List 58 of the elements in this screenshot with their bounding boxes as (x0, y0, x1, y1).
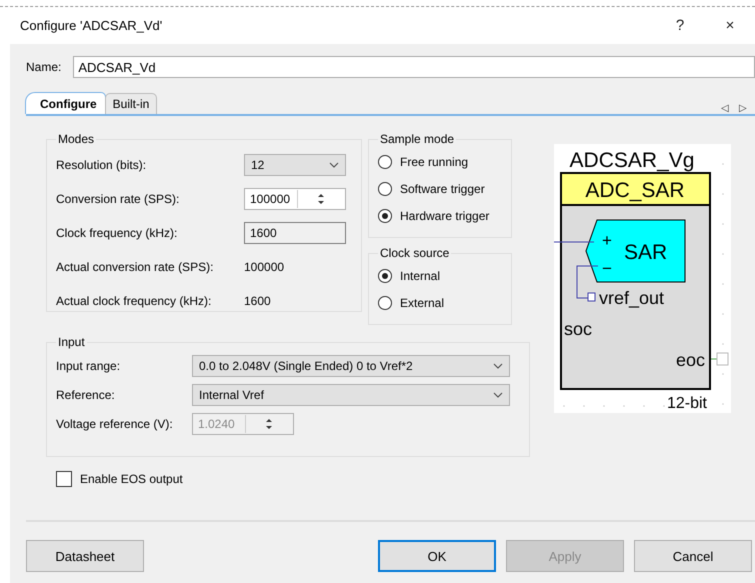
chevron-down-icon (329, 162, 339, 168)
field-label: Name: (26, 60, 62, 74)
field-label: Clock frequency (kHz): (56, 226, 178, 240)
radio-button[interactable] (378, 182, 392, 196)
group-title: Input (57, 335, 86, 349)
dialog-button[interactable]: OK (378, 540, 496, 572)
dropdown[interactable]: Internal Vref (192, 384, 510, 406)
component-name: ADC_SAR (585, 179, 685, 202)
value-text: 1600 (244, 294, 271, 308)
radio-button[interactable] (378, 268, 392, 282)
resolution-label: 12-bit (666, 395, 707, 412)
field-label: Voltage reference (V): (56, 416, 174, 430)
plus-sign: + (602, 231, 612, 250)
minus-sign: − (602, 259, 612, 278)
tab[interactable]: Built-in (104, 93, 158, 114)
help-button[interactable]: ? (655, 16, 705, 35)
pin-label: vref_out (599, 288, 664, 308)
radio-button[interactable] (378, 296, 392, 310)
chevron-down-icon (493, 392, 503, 398)
pin-label: eoc (676, 350, 705, 370)
scroll-right-button[interactable]: ▷ (737, 102, 749, 114)
scroll-left-button[interactable]: ◁ (719, 102, 731, 114)
value-text: 100000 (244, 260, 284, 274)
pin-label: soc (564, 319, 592, 339)
radio-label: Free running (400, 154, 468, 168)
dialog-button[interactable]: Cancel (634, 540, 752, 572)
chevron-down-icon (493, 362, 503, 368)
field-label: Resolution (bits): (56, 158, 148, 172)
terminal-icon (716, 352, 728, 366)
group-title: Clock source (379, 246, 450, 260)
radio-label: External (400, 296, 444, 310)
group-title: Sample mode (379, 132, 456, 146)
radio-button[interactable] (378, 154, 392, 168)
field-label: Input range: (56, 358, 122, 372)
dropdown[interactable]: 0.0 to 2.048V (Single Ended) 0 to Vref*2 (192, 354, 510, 376)
dialog-button[interactable]: Datasheet (26, 540, 144, 572)
number-field[interactable]: 100000 (244, 188, 346, 210)
field-label: Actual clock frequency (kHz): (56, 294, 212, 308)
field-label: Reference: (56, 388, 116, 402)
pin-icon (588, 292, 596, 302)
checkbox[interactable] (56, 471, 72, 487)
wire (576, 266, 598, 298)
field-label: Actual conversion rate (SPS): (56, 260, 214, 274)
block-label: SAR (624, 241, 668, 264)
checkbox-label: Enable EOS output (80, 472, 183, 486)
group-title: Modes (57, 132, 96, 146)
dropdown[interactable]: 12 (244, 154, 346, 176)
close-button[interactable]: × (705, 16, 755, 35)
radio-button[interactable] (378, 208, 392, 222)
name-field[interactable]: ADCSAR_Vd (73, 56, 755, 78)
window-title: Configure 'ADCSAR_Vd' (20, 18, 164, 33)
radio-label: Software trigger (400, 182, 485, 196)
radio-label: Internal (400, 268, 440, 282)
radio-label: Hardware trigger (400, 208, 490, 222)
text-field[interactable]: 1600 (244, 222, 346, 244)
instance-name: ADCSAR_Vg (570, 149, 694, 172)
tab[interactable]: Configure (25, 92, 106, 114)
field-label: Conversion rate (SPS): (56, 192, 180, 206)
